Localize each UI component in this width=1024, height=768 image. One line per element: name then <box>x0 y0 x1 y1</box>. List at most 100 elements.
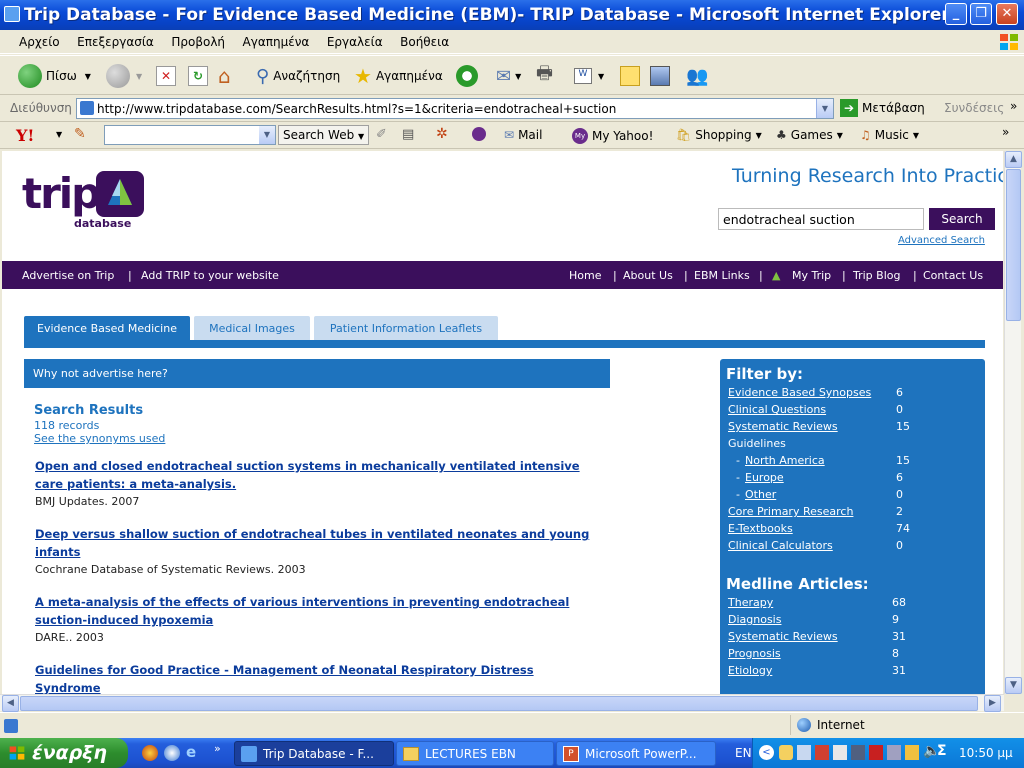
security-shield-icon[interactable] <box>779 745 793 760</box>
forward-button[interactable]: ▼ <box>106 62 142 90</box>
vertical-scrollbar[interactable]: ▲ ▼ <box>1004 151 1022 694</box>
bookmark-icon[interactable]: ▤ <box>402 127 414 142</box>
advert-banner[interactable]: Why not advertise here? <box>24 359 610 388</box>
highlight-icon[interactable]: ✐ <box>376 127 387 142</box>
result-title[interactable]: A meta-analysis of the effects of variou… <box>35 593 605 629</box>
nav-home[interactable]: Home <box>569 269 601 282</box>
filter-row[interactable]: Evidence Based Synopses 6 <box>728 386 978 403</box>
task-lectures-folder[interactable]: LECTURES EBN <box>396 741 554 766</box>
nav-add-trip[interactable]: Add TRIP to your website <box>141 269 279 282</box>
pencil-icon[interactable]: ✎ <box>74 126 86 142</box>
yahoo-logo[interactable]: Y! <box>16 126 34 145</box>
tab-ebm[interactable]: Evidence Based Medicine <box>24 316 190 340</box>
history-button[interactable] <box>456 62 478 90</box>
address-input[interactable]: http://www.tripdatabase.com/SearchResult… <box>76 98 834 119</box>
medline-row[interactable]: Therapy 68 <box>728 596 978 613</box>
nav-about[interactable]: About Us <box>623 269 673 282</box>
home-button[interactable]: ⌂ <box>218 62 231 90</box>
menu-favorites[interactable]: Αγαπημένα <box>236 30 317 54</box>
my-yahoo-link[interactable]: My My Yahoo! <box>572 128 653 144</box>
quicklaunch-icon[interactable] <box>142 745 158 761</box>
headphones-icon[interactable] <box>472 127 486 141</box>
advanced-search-link[interactable]: Advanced Search <box>898 235 985 246</box>
tray-icon[interactable] <box>833 745 847 760</box>
chevron-right-icon[interactable]: » <box>1002 125 1009 139</box>
trip-logo[interactable]: trip database <box>22 169 152 235</box>
maximize-button[interactable]: ❐ <box>970 3 992 25</box>
favorites-button[interactable]: ★ Αγαπημένα <box>354 62 443 90</box>
nav-contact[interactable]: Contact Us <box>923 269 983 282</box>
menu-view[interactable]: Προβολή <box>164 30 232 54</box>
search-web-button[interactable]: Search Web ▼ <box>278 125 370 145</box>
result-title[interactable]: Guidelines for Good Practice - Managemen… <box>35 661 605 694</box>
chevron-down-icon[interactable]: ▼ <box>259 126 275 144</box>
nav-my-trip[interactable]: My Trip <box>792 269 831 282</box>
print-button[interactable]: 🖶 <box>536 62 553 90</box>
tray-icon[interactable] <box>797 745 811 760</box>
synonyms-link[interactable]: See the synonyms used <box>34 432 165 445</box>
chevron-right-icon[interactable]: » <box>1010 99 1017 113</box>
hscroll-thumb[interactable] <box>20 696 978 711</box>
network-icon[interactable] <box>851 745 865 760</box>
research-button[interactable] <box>650 62 670 90</box>
back-button[interactable]: Πίσω ▼ <box>18 62 91 90</box>
minimize-button[interactable]: _ <box>945 3 967 25</box>
filter-row[interactable]: E-Textbooks 74 <box>728 522 978 539</box>
scroll-up-icon[interactable]: ▲ <box>1005 151 1022 168</box>
filter-row[interactable]: Systematic Reviews 15 <box>728 420 978 437</box>
tab-medical-images[interactable]: Medical Images <box>194 316 310 340</box>
edit-button[interactable]: W ▼ <box>574 62 604 90</box>
scroll-left-icon[interactable]: ◀ <box>2 695 19 712</box>
chevron-right-icon[interactable]: » <box>214 742 221 755</box>
mail-button[interactable]: ✉ ▼ <box>496 62 521 90</box>
task-trip-database[interactable]: Trip Database - F... <box>234 741 394 766</box>
site-search-input[interactable]: endotracheal suction <box>718 208 924 230</box>
stop-button[interactable]: ✕ <box>156 62 176 90</box>
result-title[interactable]: Deep versus shallow suction of endotrach… <box>35 525 605 561</box>
nav-advertise[interactable]: Advertise on Trip <box>22 269 114 282</box>
go-button[interactable]: ➔ Μετάβαση <box>840 99 925 117</box>
filter-row[interactable]: Clinical Calculators 0 <box>728 539 978 556</box>
menu-file[interactable]: Αρχείο <box>12 30 67 54</box>
filter-row[interactable]: Core Primary Research 2 <box>728 505 978 522</box>
links-label[interactable]: Συνδέσεις <box>944 101 1004 115</box>
tray-icon[interactable] <box>869 745 883 760</box>
chevron-down-icon[interactable]: ▼ <box>56 130 62 139</box>
scroll-right-icon[interactable]: ▶ <box>984 695 1001 712</box>
antispy-icon[interactable]: ✲ <box>436 126 448 142</box>
menu-tools[interactable]: Εργαλεία <box>320 30 390 54</box>
medline-row[interactable]: Diagnosis 9 <box>728 613 978 630</box>
filter-row[interactable]: - Europe 6 <box>728 471 978 488</box>
yahoo-search-input[interactable]: ▼ <box>104 125 276 145</box>
close-button[interactable]: ✕ <box>996 3 1018 25</box>
mail-link[interactable]: ✉ Mail <box>504 128 542 142</box>
task-powerpoint[interactable]: P Microsoft PowerP... <box>556 741 716 766</box>
sigma-icon[interactable]: Σ <box>937 743 947 759</box>
scroll-down-icon[interactable]: ▼ <box>1005 677 1022 694</box>
ie-icon[interactable]: e <box>186 743 196 761</box>
tab-patient-leaflets[interactable]: Patient Information Leaflets <box>314 316 498 340</box>
tray-icon[interactable] <box>887 745 901 760</box>
music-link[interactable]: ♫ Music ▼ <box>860 128 919 142</box>
result-title[interactable]: Open and closed endotracheal suction sys… <box>35 457 605 493</box>
tray-icon[interactable] <box>905 745 919 760</box>
filter-row[interactable]: - Other 0 <box>728 488 978 505</box>
filter-row[interactable]: - North America 15 <box>728 454 978 471</box>
medline-row[interactable]: Systematic Reviews 31 <box>728 630 978 647</box>
nav-blog[interactable]: Trip Blog <box>853 269 900 282</box>
search-button[interactable]: ⚲ Αναζήτηση <box>256 62 340 90</box>
clock[interactable]: 10:50 μμ <box>959 746 1013 760</box>
media-player-icon[interactable] <box>164 745 180 761</box>
discuss-button[interactable] <box>620 62 640 90</box>
menu-edit[interactable]: Επεξεργασία <box>70 30 161 54</box>
scroll-thumb[interactable] <box>1006 169 1021 321</box>
address-dropdown-button[interactable]: ▼ <box>816 99 833 118</box>
tray-expand-icon[interactable]: < <box>759 745 774 760</box>
language-indicator[interactable]: EN <box>735 746 752 760</box>
start-button[interactable]: έναρξη <box>0 738 128 768</box>
nav-ebm-links[interactable]: EBM Links <box>694 269 750 282</box>
refresh-button[interactable]: ↻ <box>188 62 208 90</box>
filter-row[interactable]: Clinical Questions 0 <box>728 403 978 420</box>
menu-help[interactable]: Βοήθεια <box>393 30 456 54</box>
horizontal-scrollbar[interactable]: ◀ ▶ <box>0 694 1004 712</box>
